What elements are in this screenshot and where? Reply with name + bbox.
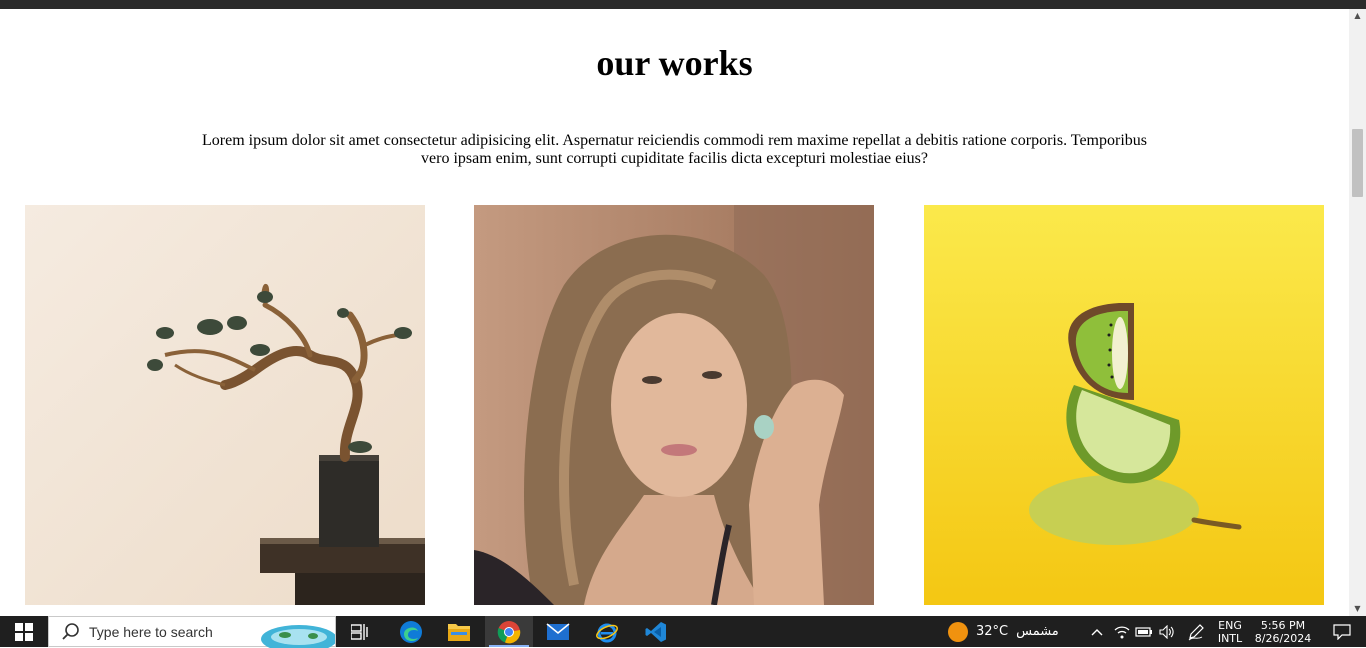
pen-workspace-button[interactable] [1184, 616, 1208, 647]
scroll-thumb[interactable] [1352, 129, 1363, 197]
taskbar-vscode[interactable] [632, 616, 680, 647]
portrait-photo [474, 205, 874, 605]
taskbar-mail[interactable] [534, 616, 582, 647]
clock-time: 5:56 PM [1260, 618, 1306, 632]
sunny-weather-icon [948, 621, 968, 642]
system-clock[interactable]: 5:56 PM 8/26/2024 [1248, 616, 1318, 647]
taskbar-chrome[interactable] [485, 616, 533, 647]
volume-button[interactable] [1157, 616, 1177, 647]
weather-condition: مشمس [1016, 624, 1059, 639]
section-title: our works [596, 43, 753, 83]
taskbar-internet-explorer[interactable] [583, 616, 631, 647]
clock-date: 8/26/2024 [1254, 631, 1312, 645]
scroll-down-arrow-icon[interactable]: ▼ [1349, 602, 1366, 616]
action-center-button[interactable] [1318, 616, 1366, 647]
task-view-button[interactable] [340, 616, 380, 647]
gallery-image-portrait[interactable] [474, 205, 874, 605]
taskbar-edge[interactable] [387, 616, 435, 647]
section-description: Lorem ipsum dolor sit amet consectetur a… [202, 132, 1147, 167]
file-explorer-icon [448, 623, 470, 641]
page-content: our works Lorem ipsum dolor sit amet con… [0, 9, 1349, 616]
wifi-icon [1114, 625, 1130, 638]
browser-top-edge [0, 0, 1366, 9]
search-icon [62, 622, 79, 640]
fruit-photo [924, 205, 1324, 605]
taskbar-file-explorer[interactable] [435, 616, 483, 647]
battery-icon [1135, 626, 1152, 637]
language-code: ENG [1218, 618, 1242, 632]
task-view-icon [351, 623, 368, 640]
pen-icon [1188, 623, 1204, 640]
windows-logo-icon [15, 622, 33, 641]
notification-icon [1333, 623, 1351, 640]
network-button[interactable] [1112, 616, 1132, 647]
speaker-icon [1159, 624, 1174, 639]
vscode-icon [645, 621, 666, 642]
chrome-icon [497, 620, 521, 643]
gallery-image-bonsai[interactable] [25, 205, 425, 605]
chevron-up-icon [1091, 628, 1103, 635]
edge-icon [400, 620, 422, 643]
bonsai-photo [25, 205, 425, 605]
start-button[interactable] [0, 616, 48, 647]
mail-icon [546, 622, 570, 640]
keyboard-layout: INTL [1217, 631, 1243, 645]
weather-widget[interactable]: 32°C مشمس [948, 616, 1073, 647]
scroll-up-arrow-icon[interactable]: ▲ [1349, 9, 1366, 23]
page-scrollbar[interactable]: ▲ ▼ [1349, 9, 1366, 616]
taskbar-search-box[interactable]: Type here to search [48, 616, 336, 648]
windows-taskbar: Type here to search 32°C مشمس ENG INTL 5… [0, 616, 1366, 648]
show-hidden-icons-button[interactable] [1088, 616, 1106, 647]
search-highlight-illustration [261, 625, 335, 648]
gallery-image-fruit[interactable] [924, 205, 1324, 605]
weather-temperature: 32°C [976, 624, 1009, 639]
input-language-indicator[interactable]: ENG INTL [1212, 616, 1248, 647]
internet-explorer-icon [596, 623, 618, 642]
battery-button[interactable] [1134, 616, 1154, 647]
search-placeholder: Type here to search [89, 623, 213, 640]
